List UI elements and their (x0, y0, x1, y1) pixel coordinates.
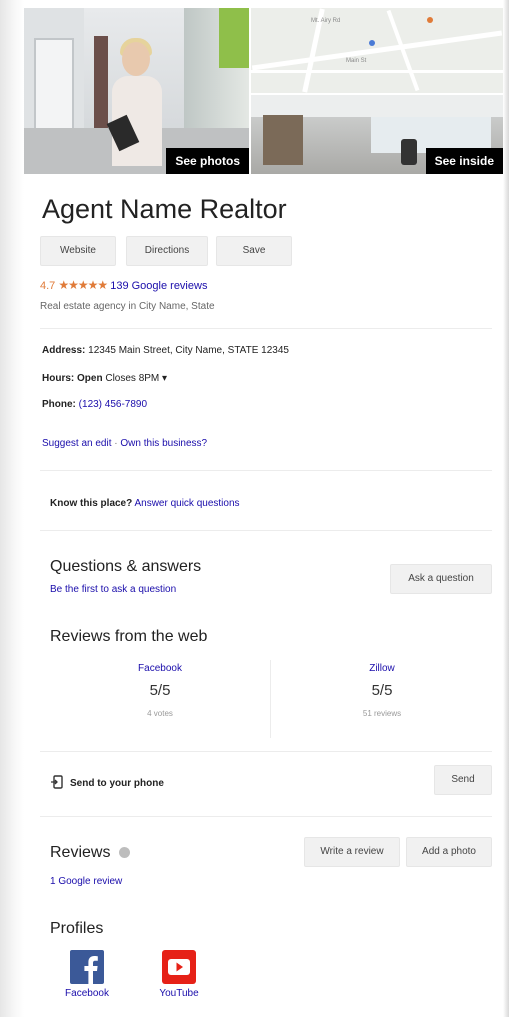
send-button[interactable]: Send (434, 765, 492, 795)
reviews-heading-text: Reviews (50, 844, 111, 861)
hours-dropdown[interactable]: Closes 8PM ▾ (105, 373, 167, 384)
first-question-link[interactable]: Be the first to ask a question (50, 584, 176, 595)
phone-label: Phone: (42, 399, 76, 410)
answer-questions-link[interactable]: Answer quick questions (134, 498, 239, 509)
youtube-icon (162, 950, 196, 984)
edit-row: Suggest an edit · Own this business? (42, 438, 207, 449)
zillow-review[interactable]: Zillow 5/5 51 reviews (272, 663, 492, 718)
youtube-profile[interactable]: YouTube (144, 950, 214, 999)
qa-heading: Questions & answers (50, 558, 202, 575)
know-place-row: Know this place? Answer quick questions (50, 498, 240, 509)
google-review-count-link[interactable]: 1 Google review (50, 876, 122, 887)
phone-row: Phone: (123) 456-7890 (42, 399, 147, 410)
hours-row: Hours: Open Closes 8PM ▾ (42, 373, 167, 384)
write-review-button[interactable]: Write a review (304, 837, 400, 867)
business-title: Agent Name Realtor (42, 194, 287, 224)
divider (40, 530, 492, 531)
business-category: Real estate agency in City Name, State (40, 301, 215, 312)
address-label: Address: (42, 345, 86, 356)
hours-value: Closes 8PM (105, 373, 160, 384)
separator-dot: · (114, 438, 118, 449)
own-business-link[interactable]: Own this business? (120, 438, 207, 449)
chevron-down-icon: ▾ (162, 373, 168, 384)
right-shadow (503, 0, 509, 1017)
send-to-phone-icon (50, 775, 64, 792)
left-shadow (0, 0, 24, 1017)
rating-row: 4.7 ★★★★★ 139 Google reviews (40, 278, 207, 292)
reviews-heading: Reviews (50, 844, 130, 862)
review-count: 4 votes (147, 709, 173, 718)
info-icon[interactable] (118, 847, 130, 859)
review-score: 5/5 (149, 682, 171, 699)
review-score: 5/5 (371, 682, 393, 699)
web-reviews-heading: Reviews from the web (50, 628, 208, 645)
facebook-profile-label: Facebook (65, 988, 109, 999)
photo-strip: Mt. Airy Rd Main St See photos See insid… (24, 8, 503, 174)
ask-question-button[interactable]: Ask a question (390, 564, 492, 594)
know-place-prompt: Know this place? (50, 498, 133, 509)
review-separator (270, 660, 271, 738)
star-rating-icon: ★★★★★ (58, 278, 108, 292)
facebook-profile[interactable]: Facebook (52, 950, 122, 999)
suggest-edit-link[interactable]: Suggest an edit (42, 438, 112, 449)
send-to-phone-row[interactable]: Send to your phone (50, 775, 164, 792)
directions-button[interactable]: Directions (126, 236, 208, 266)
phone-link[interactable]: (123) 456-7890 (79, 399, 147, 410)
review-count: 51 reviews (362, 709, 402, 718)
divider (40, 470, 492, 471)
divider (40, 751, 492, 752)
divider (40, 328, 492, 329)
see-photos-button[interactable]: See photos (166, 148, 249, 174)
see-inside-button[interactable]: See inside (425, 148, 503, 174)
review-source: Zillow (369, 663, 395, 674)
google-reviews-link[interactable]: 139 Google reviews (110, 280, 207, 292)
divider (40, 816, 492, 817)
youtube-profile-label: YouTube (159, 988, 199, 999)
hours-label: Hours: (42, 373, 75, 384)
website-button[interactable]: Website (40, 236, 116, 266)
address-row: Address: 12345 Main Street, City Name, S… (42, 345, 289, 356)
facebook-review[interactable]: Facebook 5/5 4 votes (50, 663, 270, 718)
knowledge-panel: Mt. Airy Rd Main St See photos See insid… (24, 8, 503, 1017)
review-source: Facebook (138, 663, 182, 674)
add-photo-button[interactable]: Add a photo (406, 837, 492, 867)
rating-value: 4.7 (40, 280, 56, 292)
map-thumbnail[interactable]: Mt. Airy Rd Main St (251, 8, 503, 93)
save-button[interactable]: Save (216, 236, 292, 266)
send-to-phone-label: Send to your phone (70, 778, 164, 790)
hours-status: Open (77, 373, 103, 384)
facebook-icon (70, 950, 104, 984)
profiles-heading: Profiles (50, 920, 104, 937)
address-value: 12345 Main Street, City Name, STATE 1234… (88, 345, 289, 356)
